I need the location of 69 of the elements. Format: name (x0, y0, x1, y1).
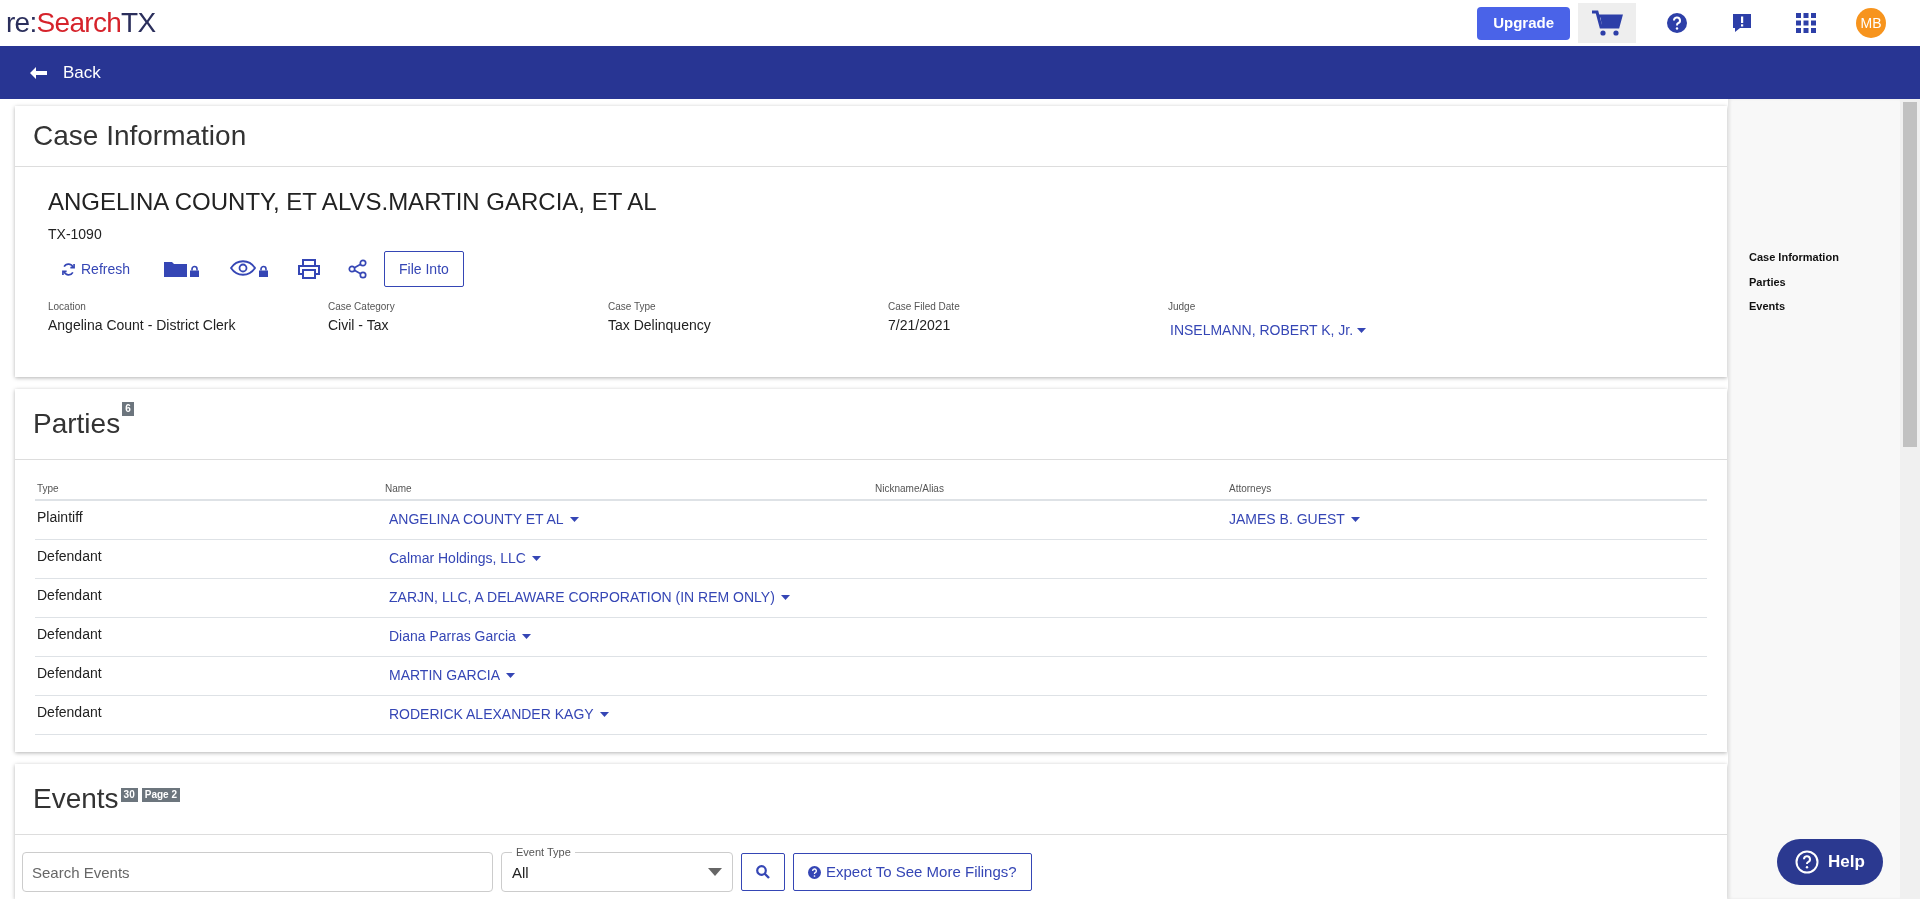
scrollbar[interactable] (1900, 99, 1920, 899)
section-title: Case Information (33, 119, 247, 153)
caret-icon (506, 673, 515, 678)
caret-icon (521, 634, 531, 639)
upgrade-button[interactable]: Upgrade (1477, 6, 1570, 40)
question-icon (808, 865, 821, 879)
back-arrow-icon (30, 66, 47, 79)
file-into-button[interactable]: File Into (384, 251, 464, 287)
field-label: Location (48, 300, 87, 314)
caret-icon (708, 868, 722, 876)
case-name: ANGELINA COUNTY, ET ALVS.MARTIN GARCIA, ET AL (48, 187, 658, 217)
help-icon[interactable] (1666, 12, 1688, 34)
field-label: Case Type (608, 300, 657, 314)
field-value: Angelina Count - District Clerk (48, 316, 237, 335)
party-name-link[interactable]: MARTIN GARCIA (385, 665, 515, 686)
judge-link[interactable]: INSELMANN, ROBERT K, Jr. (1168, 320, 1448, 341)
refresh-icon (62, 262, 75, 276)
party-name-link[interactable]: Diana Parras Garcia (385, 626, 531, 647)
table-cell-text: Defendant (36, 664, 103, 683)
refresh-button[interactable]: Refresh (48, 251, 151, 287)
section-title: Parties (33, 407, 121, 441)
table-cell-text: Defendant (36, 703, 103, 722)
apps-grid-icon[interactable] (1796, 13, 1816, 33)
cart-icon[interactable] (1578, 3, 1636, 43)
help-icon (1795, 850, 1820, 874)
expect-more-filings-button[interactable]: Expect To See More Filings? (793, 853, 1032, 891)
field-label: Case Filed Date (888, 300, 961, 314)
caret-icon (780, 595, 790, 600)
side-nav-link[interactable]: Events (1749, 298, 1900, 315)
search-button[interactable] (741, 853, 785, 891)
table-cell-text: Plaintiff (36, 508, 84, 527)
field-label: Judge (1168, 300, 1197, 314)
share-icon (348, 259, 369, 279)
party-name-link[interactable]: ANGELINA COUNTY ET AL (385, 509, 579, 530)
column-header: Type (36, 482, 60, 496)
column-header: Name (385, 482, 413, 496)
count-badge: 30 (120, 788, 138, 802)
section-title: Events (33, 782, 119, 816)
party-name-link[interactable]: RODERICK ALEXANDER KAGY (385, 704, 609, 725)
page-badge: Page 2 (141, 788, 180, 802)
field-value: Civil - Tax (328, 316, 390, 335)
table-cell-text: Defendant (36, 586, 103, 605)
caret-icon (1350, 517, 1360, 522)
caret-icon (569, 517, 579, 522)
back-button[interactable]: Back (30, 59, 101, 86)
field-label: Case Category (328, 300, 396, 314)
field-value: 7/21/2021 (888, 316, 952, 335)
search-icon (756, 865, 770, 879)
caret-icon (531, 556, 541, 561)
party-name-link[interactable]: Calmar Holdings, LLC (385, 548, 541, 569)
feedback-icon[interactable] (1731, 12, 1753, 34)
table-cell-text: Defendant (36, 547, 103, 566)
search-field[interactable]: Search Events (22, 852, 493, 892)
column-header: Nickname/Alias (875, 482, 945, 496)
caret-icon (599, 712, 609, 717)
count-badge: 6 (122, 402, 134, 416)
logo[interactable]: re:SearchTX (6, 2, 156, 44)
attorney-link[interactable]: JAMES B. GUEST (1229, 509, 1360, 530)
caret-icon (1357, 328, 1367, 333)
side-nav-link[interactable]: Case Information (1749, 249, 1900, 266)
help-button[interactable]: Help (1777, 839, 1883, 885)
locked-eye-icon (230, 260, 271, 278)
column-header: Attorneys (1229, 482, 1273, 496)
field-value: Tax Delinquency (608, 316, 712, 335)
case-number: TX-1090 (48, 225, 103, 244)
side-nav-link[interactable]: Parties (1749, 273, 1900, 290)
table-cell-text: Defendant (36, 625, 103, 644)
printer-icon (298, 259, 321, 279)
party-name-link[interactable]: ZARJN, LLC, A DELAWARE CORPORATION (IN REM ONLY) (385, 587, 790, 608)
